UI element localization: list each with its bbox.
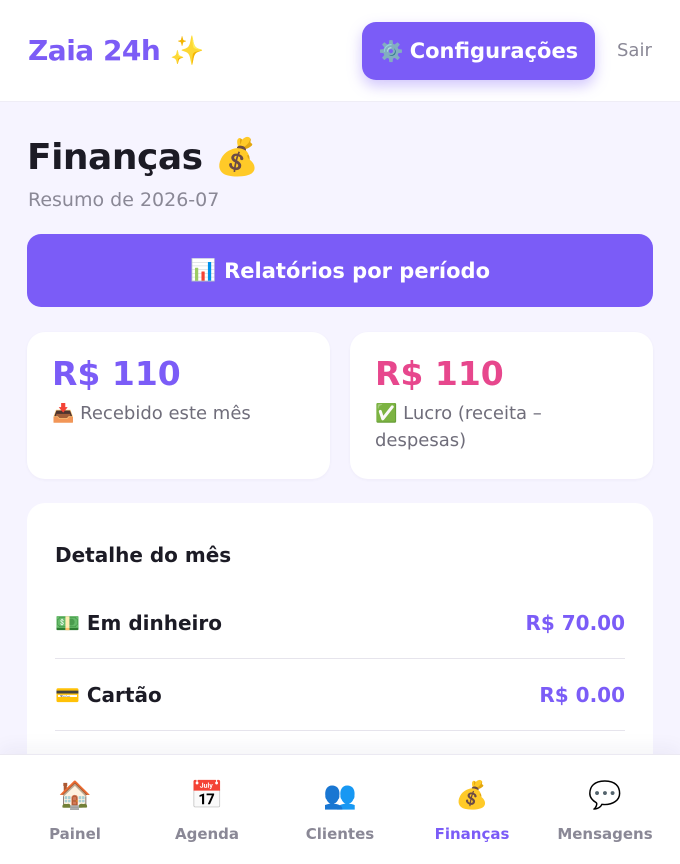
settings-button-label: Configurações [409,39,579,63]
app-brand[interactable]: Zaia 24h ✨ [28,34,204,67]
received-this-month-card: R$ 110 📥 Recebido este mês [27,332,330,479]
detail-row-value: R$ 0.00 [539,682,625,707]
received-label: 📥 Recebido este mês [52,400,308,427]
profit-card: R$ 110 ✅ Lucro (receita – despesas) [350,332,653,479]
profit-label: ✅ Lucro (receita – despesas) [375,400,631,454]
detail-row-label: 💵 Em dinheiro [55,611,222,635]
detail-row-label-text: Cartão [86,682,162,707]
check-mark-icon: ✅ [375,403,398,424]
calendar-icon: 📅 [190,780,224,811]
received-amount: R$ 110 [52,354,181,393]
settings-button[interactable]: ⚙️ Configurações [362,22,595,80]
nav-item-agenda[interactable]: 📅 Agenda [139,755,275,864]
detail-row-label-text: Em dinheiro [86,610,223,635]
reports-by-period-button[interactable]: 📊 Relatórios por período [27,234,653,307]
logout-link[interactable]: Sair [617,40,652,61]
nav-label: Agenda [174,825,240,843]
reports-button-label: Relatórios por período [224,258,491,283]
detail-row-label: 💳 Cartão [55,683,162,707]
nav-item-financas[interactable]: 💰 Finanças [404,755,540,864]
page-subtitle: Resumo de 2026-07 [28,189,220,211]
received-label-text: Recebido este mês [80,403,251,424]
bar-chart-icon: 📊 [189,258,217,282]
money-bag-icon: 💰 [455,780,489,811]
bottom-navigation: 🏠 Painel 📅 Agenda 👥 Clientes 💰 Finanças … [0,754,680,864]
house-icon: 🏠 [58,780,92,811]
gear-icon: ⚙️ [378,39,404,63]
nav-item-mensagens[interactable]: 💬 Mensagens [537,755,673,864]
detail-row-card: 💳 Cartão R$ 0.00 [55,659,625,731]
page-title: Finanças 💰 [27,137,259,178]
speech-bubble-icon: 💬 [588,780,622,811]
nav-label: Clientes [305,825,375,843]
inbox-tray-icon: 📥 [52,403,75,424]
nav-label: Painel [49,825,101,843]
profit-amount: R$ 110 [375,354,504,393]
app-header: Zaia 24h ✨ ⚙️ Configurações Sair [0,0,680,102]
users-icon: 👥 [323,780,357,811]
credit-card-icon: 💳 [55,682,80,707]
detail-row-value: R$ 70.00 [525,610,625,635]
nav-item-painel[interactable]: 🏠 Painel [7,755,143,864]
dollar-banknote-icon: 💵 [55,610,80,635]
nav-label: Finanças [434,825,510,843]
nav-label: Mensagens [557,825,653,843]
profit-label-text: Lucro (receita – despesas) [375,403,542,451]
month-detail-title: Detalhe do mês [55,543,232,567]
detail-row-cash: 💵 Em dinheiro R$ 70.00 [55,587,625,659]
nav-item-clientes[interactable]: 👥 Clientes [272,755,408,864]
